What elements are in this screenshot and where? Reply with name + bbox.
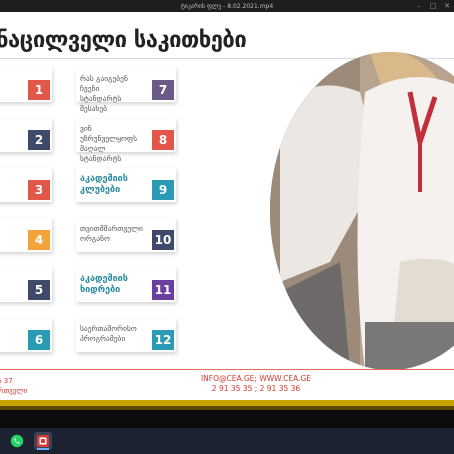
minimize-button[interactable]: – [414, 2, 424, 10]
topic-card: მისია 2 [0, 118, 52, 152]
topic-card-label: ა [0, 274, 24, 284]
topic-card-label: მისია [0, 124, 24, 134]
footer-contacts: INFO@CEA.GE; WWW.CEA.GE 2 91 35 35 ; 2 9… [196, 374, 316, 394]
topic-card-number: 12 [152, 330, 174, 350]
topic-card-number: 4 [28, 230, 50, 250]
topic-card-label: საერთაშორისო პროგრამები [80, 324, 137, 343]
topic-card-number: 11 [152, 280, 174, 300]
topic-card-number: 8 [152, 130, 174, 150]
footer-phones: 2 91 35 35 ; 2 91 35 36 [211, 384, 301, 393]
topic-card-label: ვ [0, 74, 24, 84]
topic-card: რას გაიგებენ ჩვენი სტანდარტს შესახებ 7 [76, 68, 176, 113]
topic-card-number: 3 [28, 180, 50, 200]
topic-card-number: 10 [152, 230, 174, 250]
whatsapp-app-icon[interactable] [8, 432, 26, 450]
topic-card-label: ტები [0, 224, 24, 234]
topic-card-number: 9 [152, 180, 174, 200]
media-player-app-icon[interactable] [34, 432, 52, 450]
player-controls-bar [0, 410, 454, 428]
topic-card-number: 6 [28, 330, 50, 350]
topic-card: ვინ უზრუნველყოფს მაღალ სტანდარტს 8 [76, 118, 176, 163]
topic-card-number: 5 [28, 280, 50, 300]
topic-card-label: ვინ უზრუნველყოფს მაღალ სტანდარტს [80, 124, 138, 163]
window-titlebar: ტიკარის ფლე - 8.02.2021.mp4 – □ ✕ [0, 0, 454, 12]
topic-card-label: თვითმმართველი ორგანო [80, 224, 143, 243]
video-frame[interactable]: ნაცილველი საკითხები ვ1მისია23ტები4ა5ბი6 … [0, 12, 454, 406]
footer-address: ა 37 რთველი [0, 377, 28, 395]
topic-card-label: აკადემიის ხიდრები [80, 274, 128, 295]
window-title: ტიკარის ფლე - 8.02.2021.mp4 [180, 2, 274, 10]
topic-card: თვითმმართველი ორგანო 10 [76, 218, 176, 252]
topic-card-number: 1 [28, 80, 50, 100]
topic-card-label: რას გაიგებენ ჩვენი სტანდარტს შესახებ [80, 74, 128, 113]
taskbar [0, 428, 454, 454]
topic-card: 3 [0, 168, 52, 202]
maximize-button[interactable]: □ [428, 2, 438, 10]
active-app-indicator [37, 448, 49, 450]
slide-title: ნაცილველი საკითხები [0, 28, 247, 53]
topic-card: აკადემიის კლუბები 9 [76, 168, 176, 202]
close-button[interactable]: ✕ [442, 2, 452, 10]
topic-card: ა5 [0, 268, 52, 302]
topic-card: ბი 6 [0, 318, 52, 352]
topic-card: აკადემიის ხიდრები 11 [76, 268, 176, 302]
topic-card: ვ1 [0, 68, 52, 102]
topic-card-number: 7 [152, 80, 174, 100]
topic-card-label: ბი [0, 324, 24, 334]
topic-card: საერთაშორისო პროგრამები 12 [76, 318, 176, 352]
footer-email: INFO@CEA.GE; WWW.CEA.GE [200, 374, 312, 383]
topic-card: ტები 4 [0, 218, 52, 252]
student-photo [270, 52, 454, 370]
footer-divider [0, 369, 454, 370]
topic-card-number: 2 [28, 130, 50, 150]
topic-card-label: აკადემიის კლუბები [80, 174, 128, 195]
